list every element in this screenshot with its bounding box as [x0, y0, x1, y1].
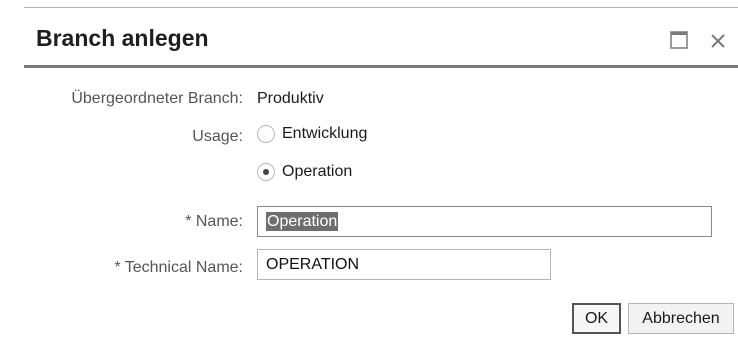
name-field-wrapper: Operation: [257, 206, 712, 237]
cancel-button[interactable]: Abbrechen: [628, 303, 734, 334]
ok-button[interactable]: OK: [572, 303, 621, 334]
radio-operation-label: Operation: [282, 163, 353, 180]
radio-entwicklung-label: Entwicklung: [282, 125, 368, 142]
close-icon[interactable]: [708, 29, 728, 51]
technical-name-input[interactable]: [257, 249, 551, 280]
dialog-top-border: [24, 7, 738, 8]
parent-branch-value: Produktiv: [257, 90, 324, 107]
name-label: * Name:: [185, 213, 243, 230]
technical-name-label: * Technical Name:: [114, 259, 243, 276]
title-divider: [24, 65, 738, 68]
name-input[interactable]: [257, 206, 712, 237]
usage-label: Usage:: [192, 128, 243, 145]
radio-button-checked[interactable]: [257, 163, 275, 181]
radio-button-unchecked[interactable]: [257, 125, 275, 143]
maximize-icon[interactable]: [670, 31, 688, 49]
dialog-title: Branch anlegen: [36, 25, 209, 51]
parent-branch-label: Übergeordneter Branch:: [71, 90, 243, 107]
branch-dialog: Branch anlegen Übergeordneter Branch: Pr…: [0, 0, 738, 351]
